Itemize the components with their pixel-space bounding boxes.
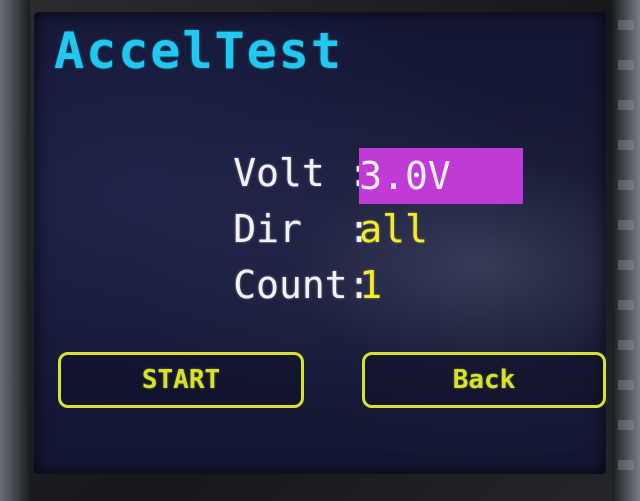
bezel-hatch xyxy=(618,180,634,190)
screen-title: AccelTest xyxy=(54,22,343,80)
bezel-hatch xyxy=(618,260,634,270)
bezel-hatch xyxy=(618,140,634,150)
bezel-right xyxy=(612,0,640,501)
bezel-hatch xyxy=(618,340,634,350)
bezel-hatch xyxy=(618,460,634,470)
bezel-hatch xyxy=(618,380,634,390)
count-value[interactable]: 1 xyxy=(359,260,382,310)
bezel-left xyxy=(0,0,30,501)
bezel-hatch xyxy=(618,300,634,310)
bezel-hatch xyxy=(618,220,634,230)
bezel-hatch xyxy=(618,60,634,70)
bezel-hatch xyxy=(618,420,634,430)
count-row[interactable]: Count:1 xyxy=(96,210,382,307)
volt-row[interactable]: Volt :3.0V xyxy=(96,98,524,204)
back-button[interactable]: Back xyxy=(362,352,606,408)
start-button[interactable]: START xyxy=(58,352,304,408)
bezel-hatch xyxy=(618,20,634,30)
lcd-screen: AccelTest Volt :3.0V Dir :all Count:1 ST… xyxy=(34,12,606,474)
dir-row[interactable]: Dir :all xyxy=(96,154,428,251)
bezel-hatch xyxy=(618,100,634,110)
device-frame: AccelTest Volt :3.0V Dir :all Count:1 ST… xyxy=(0,0,640,501)
count-label: Count: xyxy=(233,263,371,307)
